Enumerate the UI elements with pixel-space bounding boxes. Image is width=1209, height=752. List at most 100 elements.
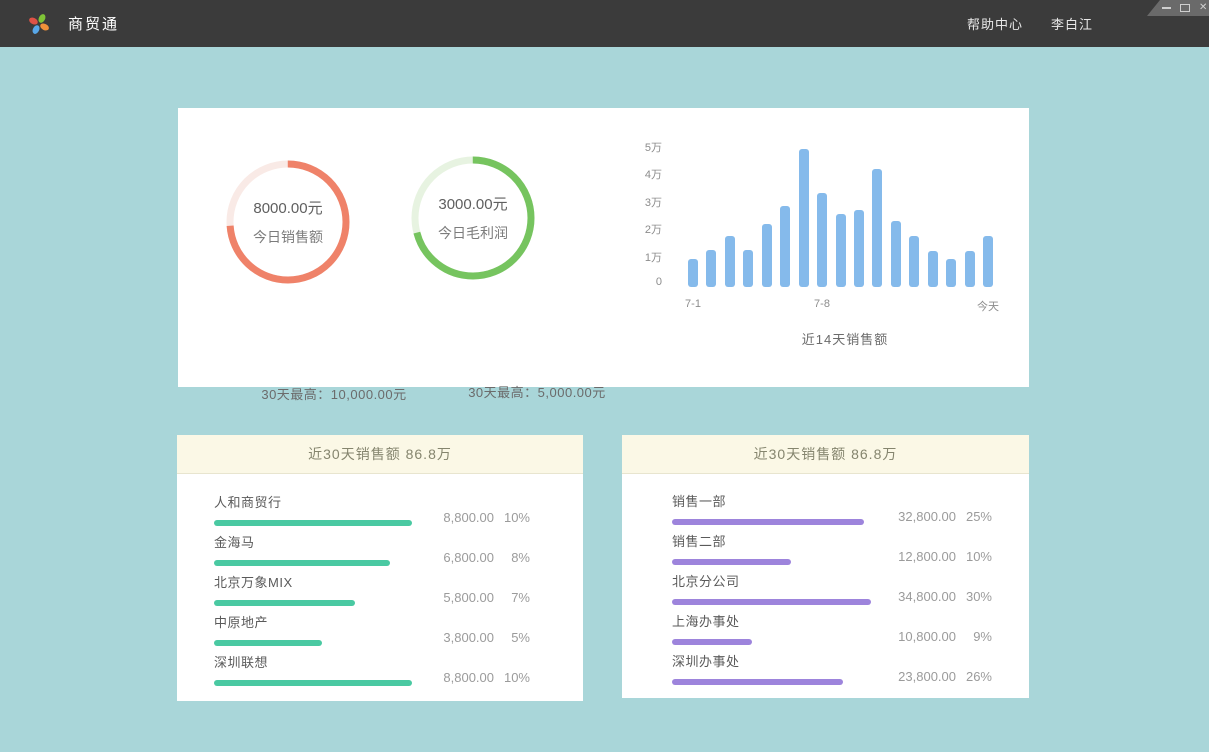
- y-tick-2万: 2万: [612, 221, 662, 237]
- chart-bar-11: [872, 169, 882, 287]
- chart-bar-10: [854, 210, 864, 287]
- customer-rank-list: 人和商贸行8,800.0010%金海马6,800.008%北京万象MIX5,80…: [177, 474, 583, 685]
- y-tick-5万: 5万: [612, 139, 662, 155]
- rank-item-value: 5,800.007%: [422, 590, 530, 605]
- rank-item-percent: 26%: [956, 669, 992, 684]
- app-header: 商贸通 帮助中心 李白江 ✕: [0, 0, 1209, 47]
- rank-item-value: 12,800.0010%: [884, 549, 992, 564]
- y-tick-1万: 1万: [612, 249, 662, 265]
- rank-item-value: 3,800.005%: [422, 630, 530, 645]
- rank-item-amount: 8,800.00: [422, 670, 494, 685]
- header-menu: 帮助中心 李白江: [967, 0, 1093, 47]
- rank-item-name: 深圳办事处: [672, 651, 992, 670]
- rank-item-value: 10,800.009%: [884, 629, 992, 644]
- y-tick-0: 0: [612, 276, 662, 288]
- list-item: 深圳办事处23,800.0026%: [672, 651, 992, 684]
- rank-item-bar: [672, 559, 791, 565]
- rank-item-percent: 30%: [956, 589, 992, 604]
- department-rank-title: 近30天销售额 86.8万: [622, 435, 1029, 474]
- rank-item-value: 8,800.0010%: [422, 510, 530, 525]
- list-item: 深圳联想8,800.0010%: [214, 652, 530, 685]
- list-item: 中原地产3,800.005%: [214, 612, 530, 645]
- x-tick-mid: 7-8: [814, 298, 830, 310]
- rank-item-bar: [672, 519, 864, 525]
- x-tick-today: 今天: [977, 298, 999, 314]
- today-profit-label: 今日毛利润: [438, 223, 508, 243]
- rank-item-value: 34,800.0030%: [884, 589, 992, 604]
- rank-item-percent: 7%: [494, 590, 530, 605]
- app-title: 商贸通: [68, 13, 119, 34]
- chart-bar-9: [836, 214, 846, 287]
- rank-item-name: 销售二部: [672, 531, 992, 550]
- department-sales-rank-card: 近30天销售额 86.8万 销售一部32,800.0025% 销售二部12,800…: [622, 435, 1029, 698]
- rank-item-amount: 23,800.00: [884, 669, 956, 684]
- rank-item-amount: 8,800.00: [422, 510, 494, 525]
- x-tick-first: 7-1: [685, 298, 701, 310]
- list-item: 金海马6,800.008%: [214, 532, 530, 565]
- rank-item-amount: 3,800.00: [422, 630, 494, 645]
- rank-item-value: 23,800.0026%: [884, 669, 992, 684]
- rank-item-bar: [214, 520, 412, 526]
- rank-item-percent: 8%: [494, 550, 530, 565]
- chart-bar-4: [743, 250, 753, 287]
- list-item: 销售二部12,800.0010%: [672, 531, 992, 564]
- rank-item-amount: 32,800.00: [884, 509, 956, 524]
- close-icon[interactable]: ✕: [1199, 3, 1207, 13]
- chart-bar-14: [928, 251, 938, 287]
- chart-bar-13: [909, 236, 919, 287]
- rank-item-name: 北京万象MIX: [214, 572, 530, 591]
- rank-item-percent: 5%: [494, 630, 530, 645]
- chart-bar-6: [780, 206, 790, 287]
- chart-caption: 近14天销售额: [695, 329, 995, 348]
- rank-item-name: 中原地产: [214, 612, 530, 631]
- rank-item-name: 深圳联想: [214, 652, 530, 671]
- rank-item-name: 上海办事处: [672, 611, 992, 630]
- rank-item-name: 北京分公司: [672, 571, 992, 590]
- overview-card: 8000.00元 今日销售额 30天最高：10,000.00元 3000.00元…: [178, 108, 1029, 387]
- window-controls: ✕: [1147, 0, 1209, 16]
- rank-item-amount: 6,800.00: [422, 550, 494, 565]
- today-sales-donut: 8000.00元 今日销售额 30天最高：10,000.00元: [224, 158, 352, 286]
- list-item: 销售一部32,800.0025%: [672, 491, 992, 524]
- rank-item-bar: [214, 600, 355, 606]
- pinwheel-logo-icon: [27, 12, 51, 36]
- today-sales-value: 8000.00元: [253, 197, 322, 218]
- rank-item-name: 人和商贸行: [214, 492, 530, 511]
- rank-item-percent: 10%: [494, 510, 530, 525]
- rank-item-amount: 5,800.00: [422, 590, 494, 605]
- rank-item-value: 8,800.0010%: [422, 670, 530, 685]
- chart-bar-17: [983, 236, 993, 287]
- rank-item-bar: [672, 679, 843, 685]
- chart-bar-3: [725, 236, 735, 287]
- rank-item-percent: 9%: [956, 629, 992, 644]
- rank-item-bar: [214, 680, 412, 686]
- department-rank-list: 销售一部32,800.0025% 销售二部12,800.0010% 北京分公司34,…: [622, 474, 1029, 684]
- minimize-icon[interactable]: [1162, 7, 1171, 9]
- rank-item-name: 销售一部: [672, 491, 992, 510]
- list-item: 北京分公司34,800.0030%: [672, 571, 992, 604]
- rank-item-bar: [214, 640, 322, 646]
- y-tick-4万: 4万: [612, 166, 662, 182]
- today-sales-label: 今日销售额: [253, 227, 323, 247]
- chart-bar-8: [817, 193, 827, 287]
- customer-sales-rank-card: 近30天销售额 86.8万 人和商贸行8,800.0010%金海马6,800.0…: [177, 435, 583, 701]
- rank-item-name: 金海马: [214, 532, 530, 551]
- chart-bar-2: [706, 250, 716, 287]
- chart-bar-1: [688, 259, 698, 287]
- y-tick-3万: 3万: [612, 194, 662, 210]
- last-14-days-bar-chart: 0 1万 2万 3万 4万 5万 7-1 7-8 今天 近14天销售额: [610, 108, 1029, 387]
- maximize-icon[interactable]: [1180, 4, 1190, 12]
- rank-item-amount: 12,800.00: [884, 549, 956, 564]
- list-item: 人和商贸行8,800.0010%: [214, 492, 530, 525]
- rank-item-bar: [672, 639, 752, 645]
- rank-item-percent: 10%: [956, 549, 992, 564]
- rank-item-bar: [214, 560, 390, 566]
- rank-item-bar: [672, 599, 871, 605]
- today-profit-donut: 3000.00元 今日毛利润 30天最高：5,000.00元: [409, 154, 537, 282]
- help-center-link[interactable]: 帮助中心: [967, 14, 1023, 33]
- user-menu[interactable]: 李白江: [1051, 14, 1093, 33]
- customer-rank-title: 近30天销售额 86.8万: [177, 435, 583, 474]
- rank-item-percent: 25%: [956, 509, 992, 524]
- bar-plot-area: [688, 144, 993, 287]
- list-item: 上海办事处10,800.009%: [672, 611, 992, 644]
